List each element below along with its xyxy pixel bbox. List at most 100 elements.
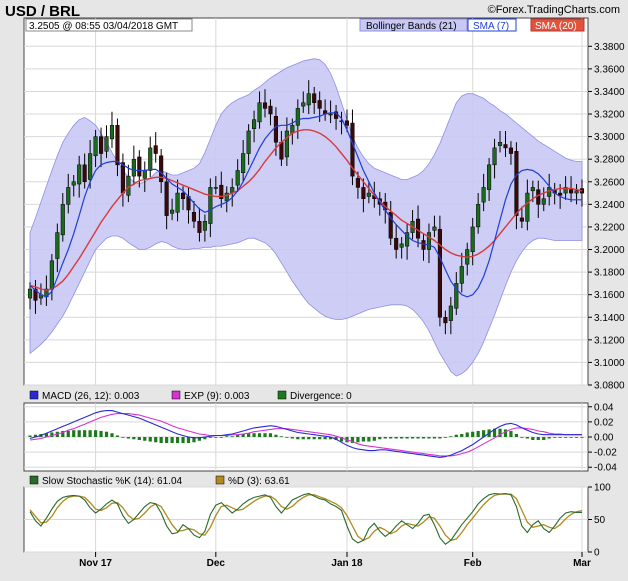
divergence-bar (454, 434, 458, 437)
divergence-bar (104, 431, 109, 437)
candle-body (191, 212, 197, 222)
candle-body (126, 175, 131, 196)
divergence-bar (449, 436, 453, 438)
price-tick-label: 3.3600 (594, 64, 625, 75)
price-tick-label: 3.3200 (594, 110, 625, 121)
divergence-bar (394, 437, 398, 439)
candle-body (487, 164, 492, 190)
candle-body (235, 170, 240, 186)
candle-body (55, 232, 60, 259)
candle-body (361, 187, 366, 199)
price-tick-label: 3.3400 (594, 87, 625, 98)
candle-body (415, 218, 421, 239)
candle-body (71, 181, 76, 186)
candle-body (93, 136, 98, 157)
divergence-bar (72, 430, 76, 437)
candle-body (503, 144, 508, 149)
candle-body (131, 158, 136, 177)
candle-body (27, 288, 33, 299)
divergence-bar (186, 437, 191, 444)
candle-body (284, 130, 289, 158)
macd-legend-label: MACD (26, 12): 0.003 (42, 391, 140, 402)
candle-body (519, 217, 524, 222)
divergence-bar (66, 430, 70, 437)
candle-body (213, 187, 218, 189)
candle-body (246, 130, 251, 154)
divergence-bar (132, 437, 136, 440)
macd-legend-swatch (29, 390, 39, 400)
candle-body (399, 243, 404, 248)
divergence-bar (279, 436, 284, 438)
stoch-tick-label: 100 (594, 483, 611, 494)
stoch-k-legend-label: Slow Stochastic %K (14): 61.04 (42, 476, 183, 487)
divergence-bar (154, 437, 158, 443)
divergence-bar (77, 430, 81, 437)
bollinger-legend-label: Bollinger Bands (21) (366, 21, 457, 32)
divergence-bar (421, 437, 426, 439)
macd-tick-label: -0.02 (594, 448, 617, 459)
exp-legend-label: EXP (9): 0.003 (184, 391, 250, 402)
candle-body (421, 240, 426, 250)
candle-body (530, 187, 535, 192)
sma7-legend-label: SMA (7) (473, 21, 509, 32)
price-tick-label: 3.2600 (594, 177, 625, 188)
divergence-bar (290, 437, 294, 439)
candle-body (148, 147, 153, 171)
candle-body (536, 189, 541, 205)
candle-body (470, 226, 475, 253)
candle-body (481, 187, 486, 203)
divergence-bar (181, 437, 185, 444)
divergence-bar (165, 437, 169, 444)
divergence-bar (416, 437, 420, 439)
macd-tick-label: 0.04 (594, 402, 614, 413)
divergence-bar (525, 437, 529, 439)
candle-body (355, 178, 360, 188)
candle-body (120, 162, 125, 194)
divergence-bar (531, 437, 535, 441)
divergence-bar (121, 437, 125, 438)
price-tick-label: 3.2000 (594, 245, 625, 256)
candle-body (514, 151, 519, 216)
divergence-bar (312, 437, 316, 440)
stoch-d-legend-label: %D (3): 63.61 (228, 476, 290, 487)
divergence-bar (460, 433, 464, 437)
divergence-bar (465, 432, 469, 437)
price-tick-label: 3.1400 (594, 313, 625, 324)
candle-body (82, 164, 87, 183)
candle-body (208, 187, 213, 224)
stoch-tick-label: 50 (594, 515, 606, 526)
divergence-bar (28, 435, 32, 437)
divergence-bar (542, 437, 546, 441)
divergence-bar (110, 433, 114, 437)
x-tick-label: Jan 18 (331, 558, 363, 569)
candle-body (98, 136, 104, 154)
sma20-legend-label: SMA (20) (535, 21, 577, 32)
divergence-bar (503, 429, 508, 437)
candle-body (66, 187, 71, 205)
x-tick-label: Dec (207, 558, 226, 569)
divergence-bar (318, 437, 322, 440)
candle-body (257, 102, 262, 123)
candle-body (541, 198, 546, 205)
candle-body (301, 102, 306, 107)
candle-body (558, 192, 563, 196)
price-tick-label: 3.3800 (594, 42, 625, 53)
forex-chart: USD / BRL ©Forex.TradingCharts.com 3.380… (5, 3, 625, 569)
divergence-bar (356, 437, 360, 443)
divergence-bar (257, 433, 262, 437)
candle-body (142, 170, 147, 179)
divergence-bar (536, 437, 540, 441)
macd-tick-label: 0.02 (594, 417, 614, 428)
candle-body (77, 164, 82, 185)
divergence-bar (367, 437, 371, 442)
divergence-bar (520, 437, 524, 438)
candle-body (197, 221, 202, 233)
price-tick-label: 3.1200 (594, 335, 625, 346)
macd-tick-label: 0.00 (594, 433, 614, 444)
candle-body (170, 209, 175, 214)
candle-body (394, 237, 399, 250)
candle-body (459, 266, 464, 284)
candle-body (295, 108, 300, 126)
divergence-bar (580, 437, 584, 438)
candle-body (426, 232, 432, 250)
